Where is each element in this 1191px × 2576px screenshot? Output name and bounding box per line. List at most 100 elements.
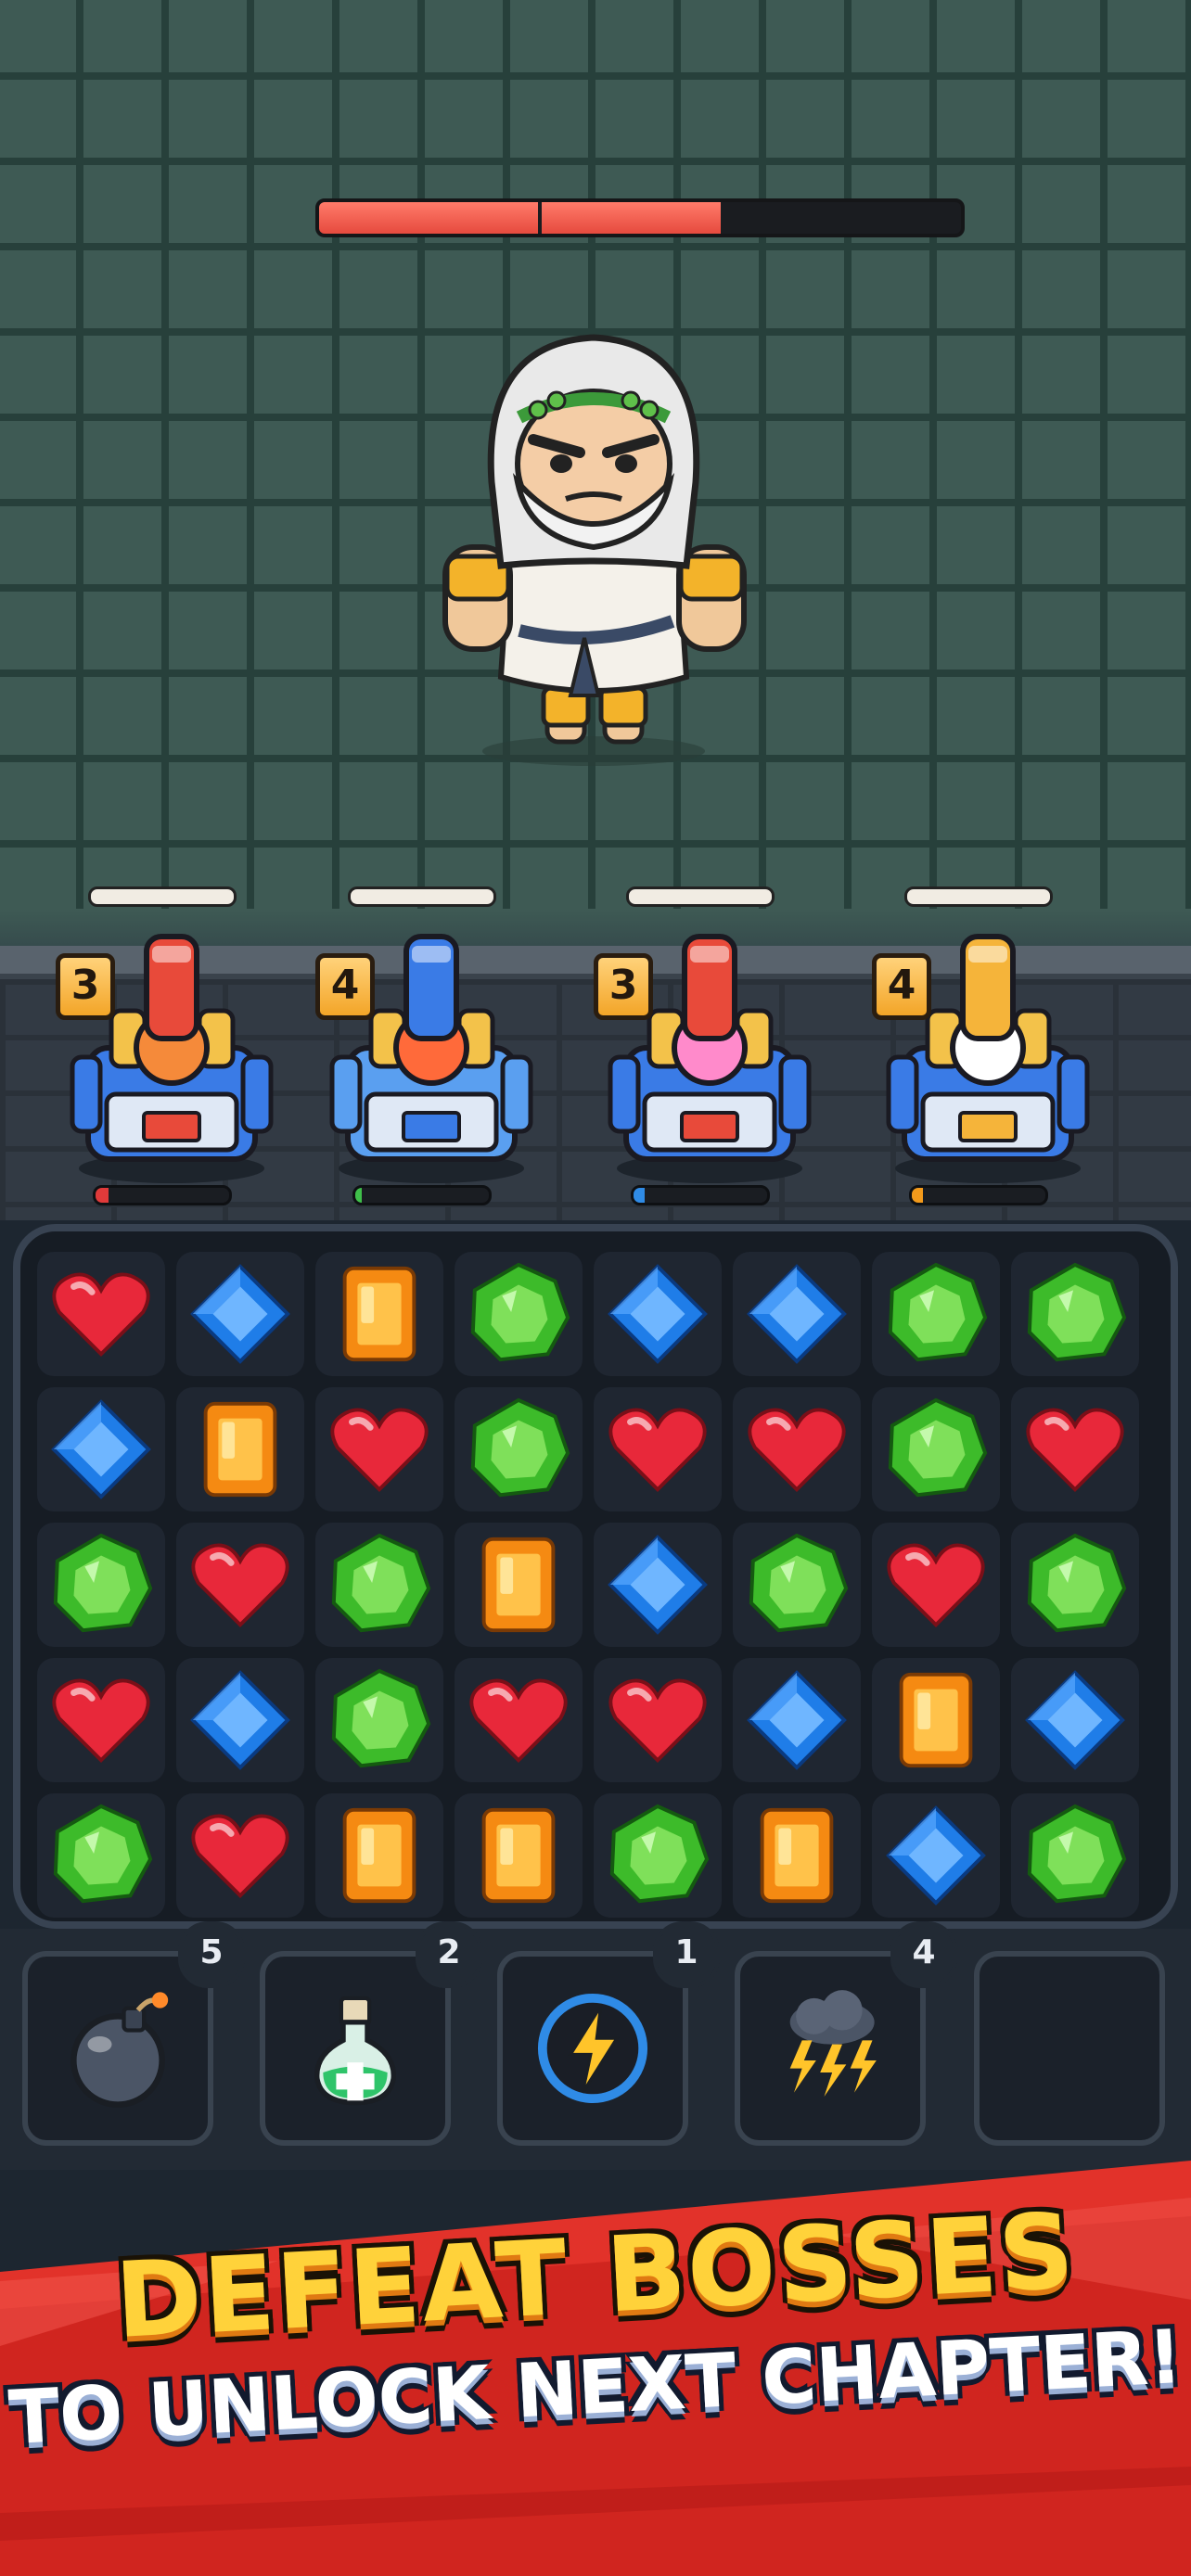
gem-cell[interactable] (594, 1793, 722, 1918)
powerup-slot-5[interactable] (974, 1951, 1165, 2146)
powerup-slot-3[interactable] (497, 1951, 688, 2146)
green-gem-icon (888, 1397, 988, 1498)
gem-cell[interactable] (1011, 1387, 1139, 1511)
heart-gem-icon (887, 1543, 985, 1628)
blue-gem-icon (51, 1399, 151, 1499)
green-gem-icon (1027, 1262, 1127, 1362)
gem-cell[interactable] (594, 1252, 722, 1376)
potion-icon (314, 1996, 396, 2106)
gem-cell[interactable] (594, 1523, 722, 1647)
boss-health-divider (538, 202, 542, 234)
gem-cell[interactable] (455, 1793, 583, 1918)
bomb-icon (70, 1992, 169, 2108)
blue-gem-icon (190, 1670, 290, 1770)
tower-level-badge: 4 (872, 953, 931, 1020)
tower-charge-fill (634, 1188, 645, 1203)
tower-health-bar (88, 886, 237, 907)
gem-cell[interactable] (315, 1658, 443, 1782)
powerup-count-badge: 5 (178, 1921, 245, 1988)
bearded-elder-god-boss-icon[interactable] (408, 325, 779, 770)
pink-turret-tower-icon (608, 934, 812, 1183)
powerup-count-badge: 2 (416, 1921, 482, 1988)
green-gem-icon (1027, 1533, 1127, 1633)
blue-gem-icon (608, 1535, 708, 1635)
gem-cell[interactable] (733, 1793, 861, 1918)
heart-gem-icon (1026, 1408, 1124, 1493)
gem-cell[interactable] (1011, 1793, 1139, 1918)
gem-cell[interactable] (315, 1793, 443, 1918)
tower-health-bar (904, 886, 1053, 907)
yellow-cannon-tower-icon (886, 934, 1090, 1183)
gem-cell[interactable] (872, 1658, 1000, 1782)
gem-cell[interactable] (733, 1658, 861, 1782)
powerup-slot-1[interactable] (22, 1951, 213, 2146)
boss-health-divider (757, 202, 761, 234)
gem-cell[interactable] (37, 1658, 165, 1782)
gem-cell[interactable] (1011, 1523, 1139, 1647)
tower-2[interactable]: 4 (315, 872, 547, 1224)
gem-cell[interactable] (455, 1387, 583, 1511)
gem-cell[interactable] (37, 1793, 165, 1918)
gem-cell[interactable] (594, 1387, 722, 1511)
tower-charge-fill (96, 1188, 109, 1203)
heart-gem-icon (608, 1678, 707, 1764)
gem-cell[interactable] (872, 1252, 1000, 1376)
gem-cell[interactable] (455, 1523, 583, 1647)
gem-cell[interactable] (872, 1523, 1000, 1647)
tower-charge-bar (631, 1185, 770, 1205)
gem-cell[interactable] (37, 1523, 165, 1647)
gem-cell[interactable] (315, 1523, 443, 1647)
gem-cell[interactable] (1011, 1658, 1139, 1782)
gem-cell[interactable] (176, 1387, 304, 1511)
gem-cell[interactable] (1011, 1252, 1139, 1376)
gem-cell[interactable] (872, 1793, 1000, 1918)
heart-gem-icon (191, 1543, 289, 1628)
heart-gem-icon (469, 1678, 568, 1764)
orange-gem-icon (481, 1807, 556, 1904)
green-gem-icon (888, 1262, 988, 1362)
tower-4[interactable]: 4 (872, 872, 1104, 1224)
blue-gem-icon (608, 1264, 708, 1364)
gem-cell[interactable] (315, 1387, 443, 1511)
tower-level-badge: 3 (56, 953, 115, 1020)
powerup-count-badge: 1 (653, 1921, 720, 1988)
heart-gem-icon (608, 1408, 707, 1493)
powerup-slot-4[interactable] (735, 1951, 926, 2146)
green-gem-icon (609, 1804, 710, 1904)
gem-cell[interactable] (315, 1252, 443, 1376)
gem-cell[interactable] (37, 1387, 165, 1511)
heart-gem-icon (191, 1814, 289, 1899)
gem-cell[interactable] (872, 1387, 1000, 1511)
blue-gem-icon (190, 1264, 290, 1364)
gem-cell[interactable] (733, 1252, 861, 1376)
gem-cell[interactable] (176, 1793, 304, 1918)
green-gem-icon (470, 1262, 570, 1362)
gem-cell[interactable] (455, 1252, 583, 1376)
red-turret-tower-icon (70, 934, 274, 1183)
powerup-slot-2[interactable] (260, 1951, 451, 2146)
gem-cell[interactable] (455, 1658, 583, 1782)
lightning-icon (537, 1993, 648, 2104)
tower-1[interactable]: 3 (56, 872, 288, 1224)
green-gem-icon (331, 1533, 431, 1633)
green-gem-icon (749, 1533, 849, 1633)
green-gem-icon (53, 1804, 153, 1904)
tower-charge-fill (355, 1188, 363, 1203)
gem-cell[interactable] (733, 1387, 861, 1511)
orange-gem-icon (481, 1537, 556, 1633)
green-gem-icon (1027, 1804, 1127, 1904)
gem-cell[interactable] (594, 1658, 722, 1782)
gem-cell[interactable] (176, 1658, 304, 1782)
storm-cloud-icon (789, 1990, 877, 2097)
gem-cell[interactable] (176, 1252, 304, 1376)
heart-gem-icon (748, 1408, 846, 1493)
tower-charge-bar (352, 1185, 492, 1205)
boss-health-fill (319, 202, 721, 234)
tower-charge-bar (93, 1185, 232, 1205)
tower-3[interactable]: 3 (594, 872, 826, 1224)
orange-gem-icon (203, 1401, 277, 1498)
gem-cell[interactable] (176, 1523, 304, 1647)
gem-cell[interactable] (37, 1252, 165, 1376)
gem-cell[interactable] (733, 1523, 861, 1647)
green-gem-icon (470, 1397, 570, 1498)
